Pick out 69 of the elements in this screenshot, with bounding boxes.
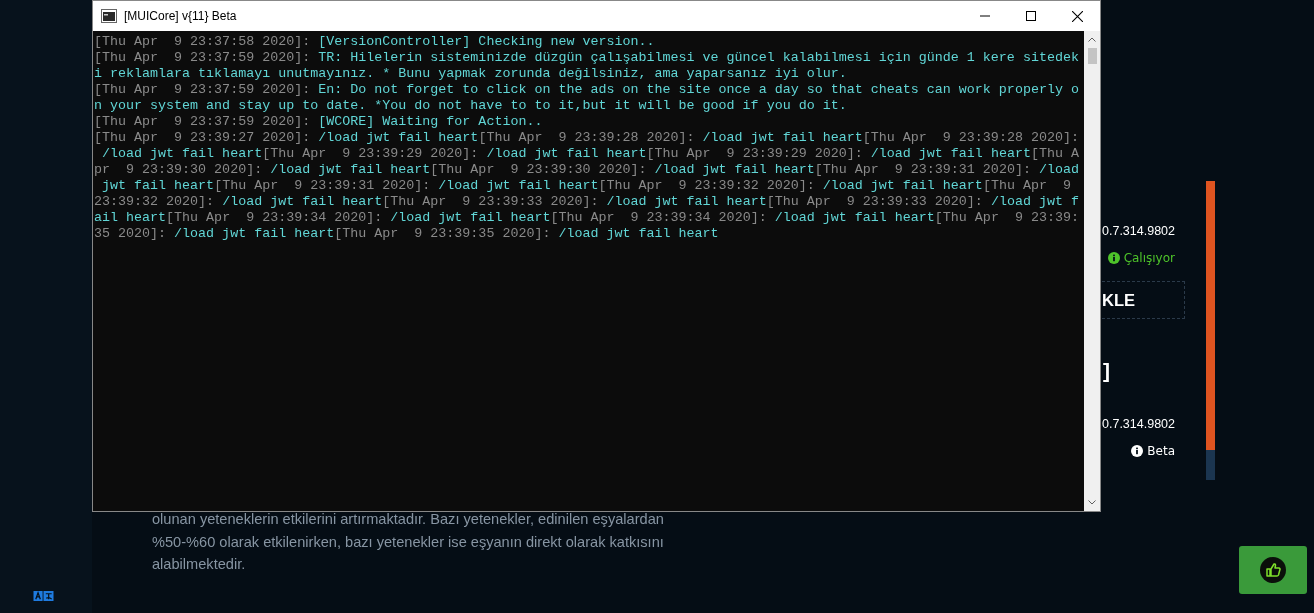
log-message: /load jwt fail heart — [654, 162, 815, 177]
console-app-icon — [101, 9, 117, 23]
close-icon — [1071, 10, 1083, 22]
timestamp: [Thu Apr 9 — [982, 178, 1071, 193]
scrollbar[interactable] — [1084, 31, 1100, 511]
timestamp: [Thu Apr 9 23:37:58 2020]: — [94, 34, 312, 49]
timestamp: [Thu Apr 9 23:39:34 2020]: — [166, 210, 384, 225]
log-message: /load jwt fail heart — [606, 194, 767, 209]
info-icon — [1131, 445, 1144, 457]
status-label: Çalışıyor — [1107, 249, 1175, 267]
timestamp: [Thu Apr 9 23:39:31 2020]: — [814, 162, 1032, 177]
log-message: n your system and stay up to date. *You do not have to to it,but it will be good if you do it. — [94, 98, 847, 113]
timestamp: [Thu Apr 9 23:39: — [934, 210, 1079, 225]
log-message: /load jwt fail heart — [870, 146, 1031, 161]
info-icon — [1107, 252, 1120, 264]
timestamp: [Thu Apr 9 23:39:31 2020]: — [214, 178, 432, 193]
log-message: En: Do not forget to click on the ads on the site once a day so that cheats can work properly o — [318, 82, 1079, 97]
version-text: 0.7.314.9802 — [1102, 416, 1175, 433]
log-message: /load jwt fail heart — [390, 210, 551, 225]
log-message: /load jwt fail heart — [774, 210, 935, 225]
timestamp: [Thu Apr 9 23:39:30 2020]: — [430, 162, 648, 177]
log-message: ail heart — [94, 210, 167, 225]
log-message: /load jwt fail heart — [558, 226, 719, 241]
log-message: /load jwt f — [990, 194, 1079, 209]
timestamp: [Thu Apr 9 23:39:29 2020]: — [646, 146, 864, 161]
timestamp: [Thu Apr 9 23:39:27 2020]: — [94, 130, 312, 145]
timestamp: [Thu Apr 9 23:39:34 2020]: — [550, 210, 768, 225]
timestamp: [Thu Apr 9 23:39:33 2020]: — [766, 194, 984, 209]
description-paragraph: olunan yeteneklerin etkilerini artırmaktadır. Bazı yetenekler, edinilen eşyalardan %50-%60 olarak etkilenirken, bazı yetenekler ise eşyanın direkt olarak katkısını alabilmektedir. — [152, 510, 664, 574]
version-text: 0.7.314.9802 — [1102, 223, 1175, 240]
timestamp: 23:39:32 2020]: — [94, 194, 216, 209]
log-message: /load jwt fail heart — [270, 162, 431, 177]
maximize-icon — [1026, 11, 1036, 21]
timestamp: [Thu Apr 9 23:39:28 2020]: — [478, 130, 696, 145]
like-button[interactable] — [1239, 546, 1307, 594]
log-message: /load jwt fail heart — [318, 130, 479, 145]
timestamp: pr 9 23:39:30 2020]: — [94, 162, 264, 177]
scroll-down-icon[interactable] — [1088, 500, 1096, 505]
scroll-up-icon[interactable] — [1088, 37, 1096, 42]
timestamp: [Thu Apr 9 23:39:33 2020]: — [382, 194, 600, 209]
log-message: /load jwt fail heart — [702, 130, 863, 145]
scroll-thumb[interactable] — [1087, 48, 1097, 64]
heading: ] — [1103, 359, 1110, 384]
translate-icon[interactable] — [33, 591, 54, 601]
timestamp: [Thu Apr 9 23:37:59 2020]: — [94, 114, 312, 129]
log-message: TR: Hilelerin sisteminizde düzgün çalışabilmesi ve güncel kalabilmesi için günde 1 kere sitedek — [318, 50, 1079, 65]
log-message: i reklamlara tıklamayı unutmayınız. * Bunu yapmak zorunda değilsiniz, ama yaparsanız iyi olur. — [94, 66, 847, 81]
log-message: [WCORE] Waiting for Action.. — [318, 114, 543, 129]
log-message: /load jwt fail heart — [101, 146, 263, 161]
log-message: /load jwt fail heart — [438, 178, 599, 193]
log-message: /load jwt fail heart — [486, 146, 647, 161]
thumbs-up-icon — [1260, 557, 1286, 583]
log-message: /load jwt fail heart — [222, 194, 383, 209]
timestamp: [Thu Apr 9 23:39:35 2020]: — [334, 226, 552, 241]
log-message: jwt fail heart — [101, 178, 215, 193]
window-title: [MUICore] v{11} Beta — [124, 9, 238, 23]
log-message: /load — [1038, 162, 1079, 177]
timestamp: [Thu A — [1030, 146, 1079, 161]
timestamp: [Thu Apr 9 23:39:28 2020]: — [862, 130, 1079, 145]
status-label: Beta — [1131, 442, 1175, 460]
log-message: /load jwt fail heart — [822, 178, 983, 193]
timestamp: [Thu Apr 9 23:39:29 2020]: — [262, 146, 480, 161]
log-message: [VersionController] Checking new version.. — [318, 34, 655, 49]
timestamp: [Thu Apr 9 23:37:59 2020]: — [94, 50, 312, 65]
timestamp: 35 2020]: — [94, 226, 168, 241]
timestamp: [Thu Apr 9 23:39:32 2020]: — [598, 178, 816, 193]
log-message: /load jwt fail heart — [174, 226, 335, 241]
download-button[interactable]: KLE — [1102, 281, 1185, 319]
timestamp: [Thu Apr 9 23:37:59 2020]: — [94, 82, 312, 97]
